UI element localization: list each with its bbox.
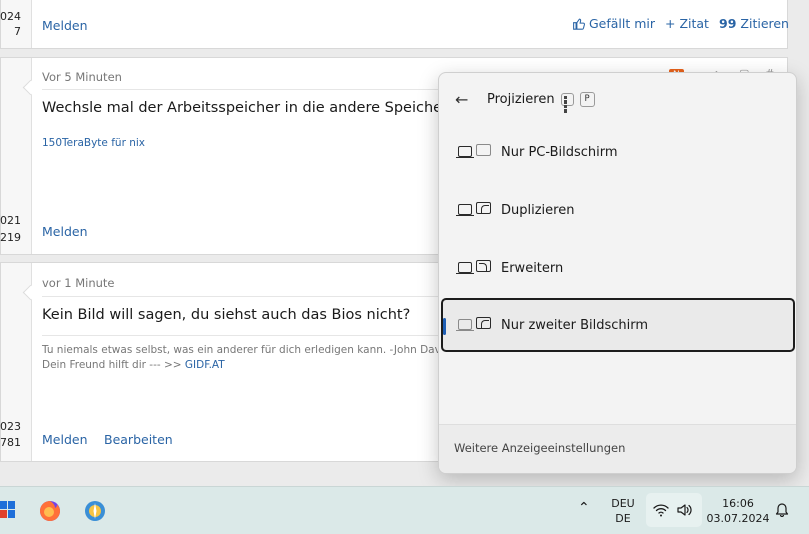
signature-line-1: Tu niemals etwas selbst, was ein anderer… xyxy=(42,344,444,356)
author-join-year: 2024 xyxy=(0,10,21,23)
report-button[interactable]: Melden xyxy=(42,18,88,33)
second-screen-only-icon xyxy=(455,317,495,333)
like-button[interactable]: Gefällt mir xyxy=(572,16,655,31)
option-extend[interactable]: Erweitern xyxy=(441,241,795,295)
quote-button[interactable]: + Zitat xyxy=(665,16,709,31)
signature-link[interactable]: GIDF.AT xyxy=(185,359,225,371)
notification-bell-icon[interactable] xyxy=(775,501,789,521)
clock-time: 16:06 xyxy=(722,497,754,510)
signature-prefix: Dein Freund hilft dir --- >> xyxy=(42,359,185,371)
post-text: Kein Bild will sagen, du siehst auch das… xyxy=(42,307,411,323)
input-language[interactable]: DEU DE xyxy=(608,496,638,526)
cite-button[interactable]: 99 Zitieren xyxy=(719,16,789,31)
taskbar: ⌃ DEU DE 16:06 03.07.2024 xyxy=(0,486,809,534)
clock-date: 03.07.2024 xyxy=(706,512,770,525)
option-label: Nur zweiter Bildschirm xyxy=(501,317,649,333)
quote-label: + Zitat xyxy=(665,16,709,31)
keyboard-layout: DE xyxy=(615,512,631,525)
quote-marks-icon: 99 xyxy=(719,16,737,31)
option-label: Duplizieren xyxy=(501,202,575,218)
windows-key-icon xyxy=(560,92,574,113)
language-code: DEU xyxy=(611,497,635,510)
thumbs-up-icon xyxy=(573,18,585,30)
author-post-count: 7 xyxy=(14,25,21,38)
app-compass-icon[interactable] xyxy=(84,500,106,522)
author-post-count: .781 xyxy=(0,436,21,449)
chevron-up-icon[interactable]: ⌃ xyxy=(578,501,590,516)
pc-screen-only-icon xyxy=(455,144,495,160)
option-label: Erweitern xyxy=(501,260,564,276)
edit-button[interactable]: Bearbeiten xyxy=(104,432,173,447)
option-second-screen-only[interactable]: Nur zweiter Bildschirm xyxy=(441,298,795,352)
p-key: P xyxy=(579,91,595,107)
signature-link[interactable]: 150TeraByte für nix xyxy=(42,136,145,151)
post-time: Vor 5 Minuten xyxy=(42,70,122,84)
flyout-title: Projizieren xyxy=(487,91,555,107)
quick-settings-button[interactable] xyxy=(646,493,702,527)
author-join-year: 2023 xyxy=(0,420,21,433)
volume-icon xyxy=(677,504,692,516)
flyout-header: ← Projizieren P xyxy=(455,89,595,113)
signature-line-2: Dein Freund hilft dir --- >> GIDF.AT xyxy=(42,358,225,373)
option-label: Nur PC-Bildschirm xyxy=(501,144,618,160)
back-arrow-icon[interactable]: ← xyxy=(455,90,479,109)
report-button[interactable]: Melden xyxy=(42,224,88,239)
forum-post-1: 2024 7 Melden Gefällt mir + Zitat 99 Zit… xyxy=(0,0,789,49)
author-post-count: .219 xyxy=(0,231,21,244)
start-menu-icon[interactable] xyxy=(0,499,16,521)
signature-text: 150TeraByte für nix xyxy=(42,137,146,149)
duplicate-icon xyxy=(455,202,495,218)
cite-label: Zitieren xyxy=(740,16,789,31)
firefox-icon[interactable] xyxy=(39,500,61,522)
author-join-year: 2021 xyxy=(0,214,21,227)
option-duplicate[interactable]: Duplizieren xyxy=(441,183,795,237)
report-button[interactable]: Melden xyxy=(42,432,88,447)
extend-icon xyxy=(455,260,495,276)
option-pc-screen-only[interactable]: Nur PC-Bildschirm xyxy=(441,125,795,179)
more-display-settings-link[interactable]: Weitere Anzeigeeinstellungen xyxy=(454,441,625,455)
post-text: Wechsle mal der Arbeitsspeicher in die a… xyxy=(42,100,484,116)
project-flyout: ← Projizieren P Nur PC-Bildschirm Dupliz… xyxy=(438,72,797,474)
clock[interactable]: 16:06 03.07.2024 xyxy=(704,496,772,526)
like-label: Gefällt mir xyxy=(589,16,656,31)
post-time: vor 1 Minute xyxy=(42,276,115,290)
post-author-panel: 2024 7 xyxy=(0,0,32,48)
wifi-icon xyxy=(653,504,669,517)
flyout-footer: Weitere Anzeigeeinstellungen xyxy=(439,424,796,473)
selection-indicator xyxy=(443,318,446,335)
